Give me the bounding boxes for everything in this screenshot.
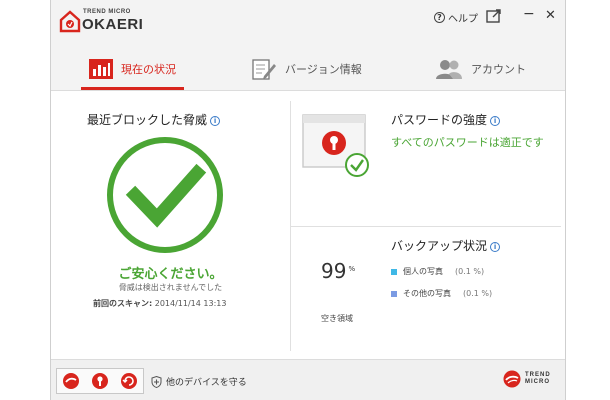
trend-micro-tool-button[interactable] bbox=[61, 371, 81, 391]
app-window: TREND MICRO OKAERI ? ヘルプ − ✕ 現在の状況 バージョン… bbox=[50, 0, 566, 400]
legend-item: 個人の写真 (0.1 %) bbox=[391, 266, 484, 277]
legend-value: (0.1 %) bbox=[463, 289, 493, 298]
trend-micro-ball-icon bbox=[503, 370, 521, 388]
tab-version-label: バージョン情報 bbox=[285, 63, 362, 76]
footer-bar: 他のデバイスを守る TREND MICRO bbox=[51, 360, 565, 400]
bar-chart-icon bbox=[89, 59, 113, 79]
house-logo-icon bbox=[59, 10, 81, 33]
help-button[interactable]: ? ヘルプ bbox=[434, 10, 478, 25]
backup-percent-value: 99 bbox=[321, 259, 347, 283]
trend-micro-logo: TREND MICRO bbox=[503, 370, 551, 388]
legend-value: (0.1 %) bbox=[455, 267, 485, 276]
horizontal-divider bbox=[291, 226, 561, 227]
brand-company: TREND MICRO bbox=[83, 9, 131, 15]
logo-line-1: TREND bbox=[525, 372, 551, 378]
tab-status-label: 現在の状況 bbox=[121, 63, 176, 76]
legend-label: その他の写真 bbox=[403, 289, 451, 298]
title-bar: TREND MICRO OKAERI ? ヘルプ − ✕ bbox=[51, 0, 565, 40]
password-browser-icon bbox=[302, 114, 369, 177]
protect-label: 他のデバイスを守る bbox=[166, 378, 247, 388]
backup-free-label: 空き領域 bbox=[321, 314, 353, 323]
minimize-button[interactable]: − bbox=[523, 6, 535, 22]
users-icon bbox=[436, 60, 462, 79]
backup-free-percent: 99% bbox=[321, 259, 355, 283]
password-title-label: パスワードの強度 bbox=[391, 113, 488, 127]
threats-title: 最近ブロックした脅威 i bbox=[87, 111, 221, 128]
check-circle-icon bbox=[107, 137, 223, 253]
trend-micro-wordmark: TREND MICRO bbox=[525, 372, 551, 386]
logo-line-2: MICRO bbox=[525, 379, 550, 385]
trend-ball-icon bbox=[63, 373, 80, 389]
tab-account-label: アカウント bbox=[471, 63, 526, 76]
tab-status[interactable]: 現在の状況 bbox=[81, 48, 184, 90]
info-icon[interactable]: i bbox=[210, 115, 221, 126]
tab-bar: 現在の状況 バージョン情報 アカウント bbox=[51, 48, 565, 90]
password-manager-button[interactable] bbox=[90, 371, 110, 391]
legend-swatch bbox=[391, 268, 397, 275]
last-scan: 前回のスキャン: 2014/11/14 13:13 bbox=[93, 298, 226, 309]
info-icon[interactable]: i bbox=[490, 241, 501, 252]
tab-version[interactable]: バージョン情報 bbox=[251, 48, 362, 90]
brand-name: OKAERI bbox=[82, 16, 144, 33]
backup-percent-unit: % bbox=[348, 265, 356, 273]
status-panel: 最近ブロックした脅威 i ご安心ください。 脅威は検出されませんでした 前回のスキ… bbox=[51, 90, 565, 360]
help-icon: ? bbox=[434, 12, 445, 23]
backup-refresh-icon bbox=[120, 373, 137, 389]
help-label: ヘルプ bbox=[448, 14, 478, 25]
legend-label: 個人の写真 bbox=[403, 267, 443, 276]
backup-title-label: バックアップ状況 bbox=[391, 239, 488, 253]
legend-swatch bbox=[391, 290, 397, 297]
export-icon[interactable] bbox=[486, 9, 502, 23]
last-scan-label: 前回のスキャン: bbox=[93, 299, 153, 308]
backup-tool-button[interactable] bbox=[119, 371, 139, 391]
quick-tools bbox=[56, 368, 144, 394]
safe-substatus: 脅威は検出されませんでした bbox=[118, 283, 223, 292]
last-scan-value: 2014/11/14 13:13 bbox=[154, 299, 227, 308]
app-logo: TREND MICRO OKAERI bbox=[59, 7, 149, 35]
tab-account[interactable]: アカウント bbox=[435, 48, 526, 90]
document-pen-icon bbox=[252, 59, 276, 80]
backup-title: バックアップ状況 i bbox=[391, 237, 501, 254]
protect-other-devices-link[interactable]: 他のデバイスを守る bbox=[151, 375, 247, 388]
safe-status: ご安心ください。 bbox=[118, 267, 223, 282]
shield-plus-icon bbox=[151, 375, 162, 388]
password-status: すべてのパスワードは適正です bbox=[391, 136, 544, 149]
legend-item: その他の写真 (0.1 %) bbox=[391, 288, 492, 299]
threats-title-label: 最近ブロックした脅威 bbox=[87, 113, 208, 127]
info-icon[interactable]: i bbox=[490, 115, 501, 126]
password-title: パスワードの強度 i bbox=[391, 111, 501, 128]
close-button[interactable]: ✕ bbox=[545, 8, 556, 23]
key-shield-icon bbox=[91, 373, 108, 389]
